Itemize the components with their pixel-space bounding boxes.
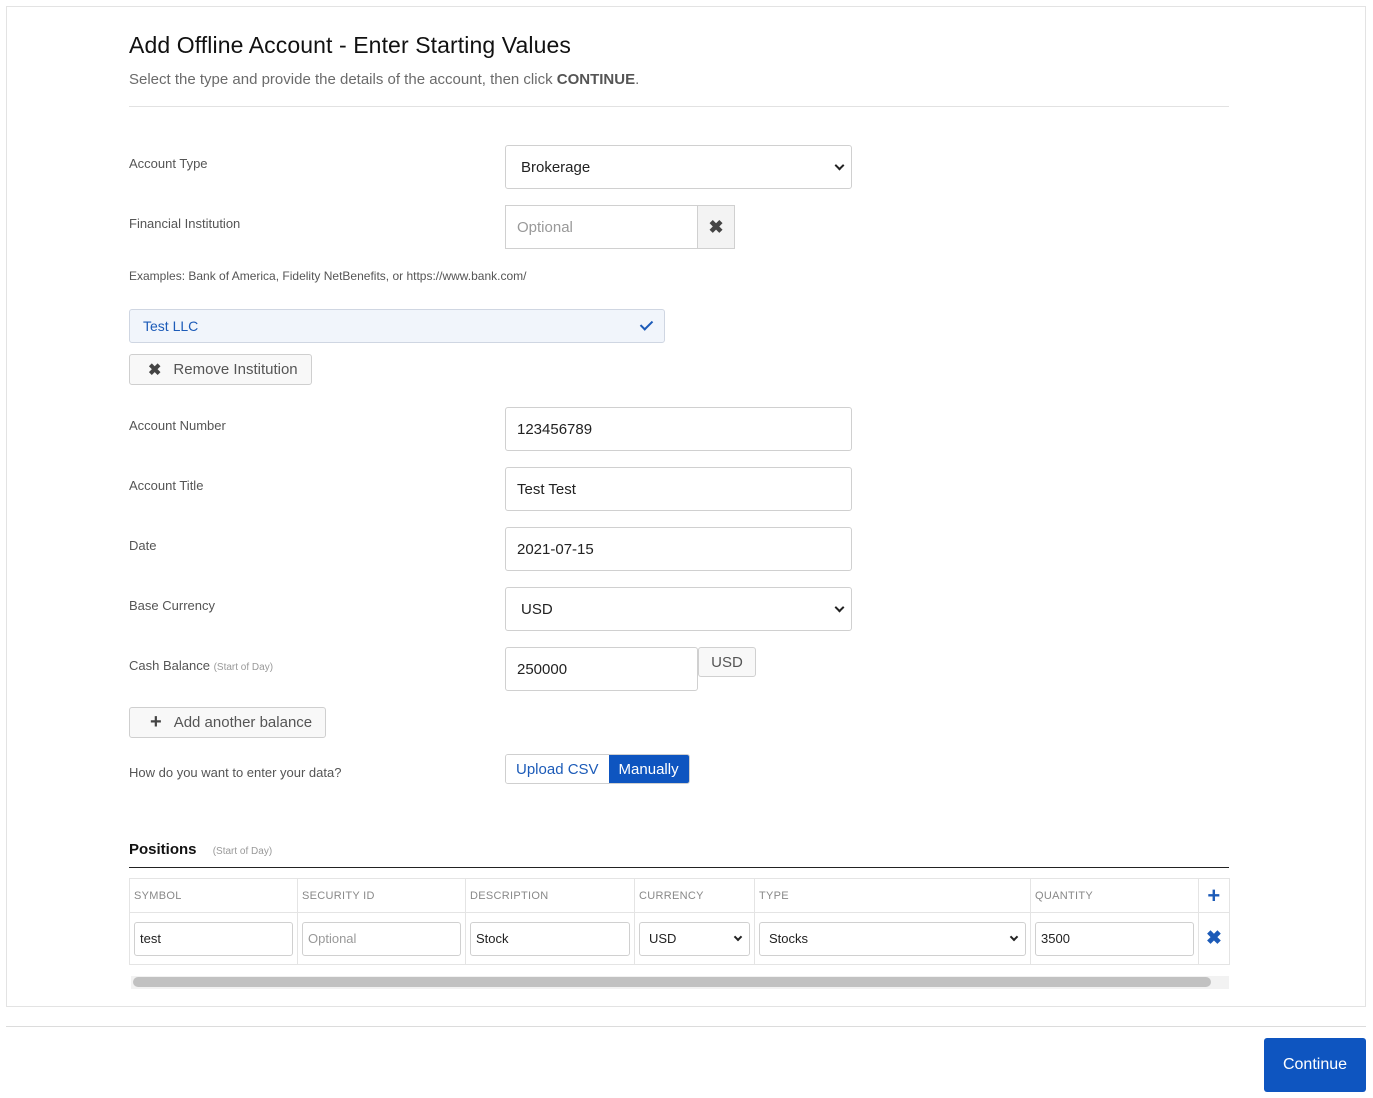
base-currency-label: Base Currency [129, 598, 215, 613]
table-row: test Optional Stock USD Stocks 3500 ✖ [129, 912, 1230, 965]
base-currency-value: USD [521, 600, 553, 618]
quantity-value: 3500 [1041, 931, 1070, 946]
continue-button[interactable]: Continue [1264, 1038, 1366, 1092]
symbol-input[interactable]: test [134, 921, 293, 956]
account-title-input[interactable]: Test Test [505, 467, 852, 511]
column-header-quantity: QUANTITY [1030, 878, 1199, 913]
account-number-label: Account Number [129, 418, 226, 433]
date-value: 2021-07-15 [517, 540, 594, 558]
type-value: Stocks [769, 931, 809, 946]
account-number-input[interactable]: 123456789 [505, 407, 852, 451]
chevron-down-icon [834, 602, 845, 612]
entry-method-toggle: Upload CSV Manually [505, 754, 690, 784]
account-type-label: Account Type [129, 156, 208, 171]
currency-cell: USD [634, 912, 755, 965]
account-title-label: Account Title [129, 478, 204, 493]
quantity-cell: 3500 [1030, 912, 1199, 965]
security-id-placeholder: Optional [308, 931, 357, 946]
horizontal-scrollbar[interactable] [131, 976, 1229, 989]
add-balance-label: Add another balance [173, 714, 313, 731]
upload-csv-option[interactable]: Upload CSV [506, 755, 609, 783]
chevron-down-icon [1009, 932, 1019, 941]
account-number-value: 123456789 [517, 420, 593, 438]
date-label: Date [129, 538, 157, 553]
account-type-value: Brokerage [521, 158, 591, 176]
symbol-value: test [140, 931, 161, 946]
positions-note: (Start of Day) [212, 846, 273, 857]
currency-select[interactable]: USD [639, 921, 750, 956]
remove-institution-label: Remove Institution [173, 361, 298, 378]
column-header-security-id: SECURITY ID [297, 878, 466, 913]
subtitle-suffix: . [635, 71, 640, 88]
security-id-cell: Optional [297, 912, 466, 965]
column-header-description: DESCRIPTION [465, 878, 635, 913]
type-select[interactable]: Stocks [759, 921, 1026, 956]
cash-balance-value: 250000 [517, 660, 568, 678]
entry-method-label: How do you want to enter your data? [129, 765, 342, 780]
currency-value: USD [649, 931, 677, 946]
check-icon [639, 317, 654, 331]
remove-position-button[interactable]: ✖ [1198, 912, 1230, 965]
financial-institution-label: Financial Institution [129, 216, 241, 231]
base-currency-select[interactable]: USD [505, 587, 852, 631]
plus-icon: + [150, 711, 162, 733]
chevron-down-icon [834, 160, 845, 170]
account-type-select[interactable]: Brokerage [505, 145, 852, 189]
clear-institution-button[interactable]: ✖ [697, 205, 735, 249]
positions-divider [129, 867, 1229, 868]
description-value: Stock [476, 931, 509, 946]
cash-balance-label-text: Cash Balance [129, 658, 210, 673]
close-icon: ✖ [148, 361, 162, 379]
cash-balance-currency: USD [698, 647, 756, 677]
plus-icon: + [1207, 882, 1221, 908]
page-subtitle: Select the type and provide the details … [129, 71, 639, 88]
close-icon: ✖ [708, 216, 724, 237]
manually-option[interactable]: Manually [608, 755, 689, 783]
scrollbar-thumb[interactable] [133, 977, 1211, 987]
remove-institution-button[interactable]: ✖ Remove Institution [129, 354, 312, 385]
footer-divider [6, 1026, 1366, 1027]
date-input[interactable]: 2021-07-15 [505, 527, 852, 571]
symbol-cell: test [129, 912, 298, 965]
financial-institution-placeholder: Optional [517, 218, 573, 236]
positions-title: Positions (Start of Day) [129, 841, 272, 858]
cash-balance-label: Cash Balance (Start of Day) [129, 658, 273, 673]
type-cell: Stocks [754, 912, 1031, 965]
cash-balance-note: (Start of Day) [213, 662, 274, 673]
cash-balance-input[interactable]: 250000 [505, 647, 698, 691]
institution-examples: Examples: Bank of America, Fidelity NetB… [129, 269, 527, 283]
positions-table: SYMBOL SECURITY ID DESCRIPTION CURRENCY … [129, 878, 1230, 965]
description-cell: Stock [465, 912, 635, 965]
quantity-input[interactable]: 3500 [1035, 921, 1194, 956]
financial-institution-input[interactable]: Optional [505, 205, 698, 249]
selected-institution[interactable]: Test LLC [129, 309, 665, 343]
close-icon: ✖ [1206, 928, 1222, 949]
table-header-row: SYMBOL SECURITY ID DESCRIPTION CURRENCY … [129, 878, 1230, 913]
column-header-type: TYPE [754, 878, 1031, 913]
column-header-currency: CURRENCY [634, 878, 755, 913]
page-title: Add Offline Account - Enter Starting Val… [129, 32, 571, 58]
positions-title-text: Positions [129, 841, 197, 858]
chevron-down-icon [733, 932, 743, 941]
column-header-symbol: SYMBOL [129, 878, 298, 913]
description-input[interactable]: Stock [470, 921, 630, 956]
add-position-button[interactable]: + [1198, 878, 1230, 913]
security-id-input[interactable]: Optional [302, 921, 461, 956]
selected-institution-name: Test LLC [143, 318, 199, 334]
account-title-value: Test Test [517, 480, 576, 498]
divider [129, 106, 1229, 107]
subtitle-text: Select the type and provide the details … [129, 71, 557, 88]
subtitle-emphasis: CONTINUE [556, 71, 636, 88]
add-balance-button[interactable]: + Add another balance [129, 707, 327, 738]
